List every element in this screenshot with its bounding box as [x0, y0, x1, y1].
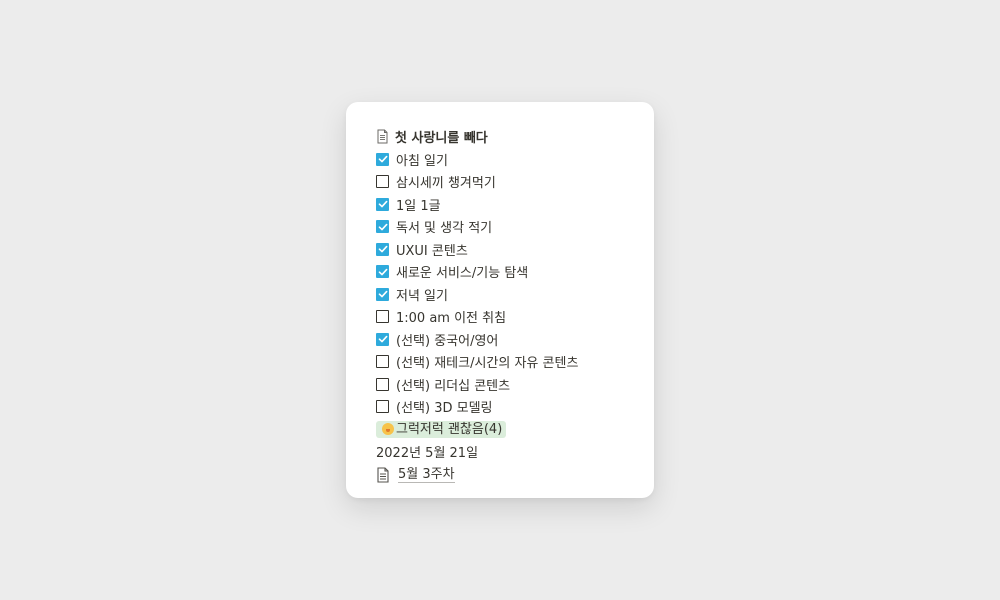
todo-item: (선택) 3D 모델링 — [376, 396, 654, 419]
todo-item: 저녁 일기 — [376, 283, 654, 306]
linked-page-label: 5월 3주차 — [398, 467, 455, 483]
todo-item: UXUI 콘텐츠 — [376, 238, 654, 261]
mood-tag-label: 그럭저럭 괜찮음(4) — [396, 421, 503, 437]
checkbox-unchecked[interactable] — [376, 355, 389, 369]
todo-item: 1일 1글 — [376, 193, 654, 216]
todo-item: (선택) 재테크/시간의 자유 콘텐츠 — [376, 351, 654, 374]
checkmark-icon — [378, 291, 387, 298]
todo-label: 1일 1글 — [396, 198, 441, 214]
todo-item: 삼시세끼 챙겨먹기 — [376, 171, 654, 194]
checkmark-icon — [378, 201, 387, 208]
checkbox-unchecked[interactable] — [376, 310, 389, 324]
date-text: 2022년 5월 21일 — [376, 446, 479, 462]
checkmark-icon — [378, 336, 387, 343]
todo-label: 아침 일기 — [396, 153, 448, 169]
mood-tag[interactable]: 그럭저럭 괜찮음(4) — [376, 420, 507, 438]
checkmark-icon — [378, 223, 387, 231]
page-icon — [376, 129, 389, 144]
todo-label: 삼시세끼 챙겨먹기 — [396, 176, 496, 192]
todo-label: 독서 및 생각 적기 — [396, 221, 493, 237]
todo-item: 새로운 서비스/기능 탐색 — [376, 261, 654, 284]
hushed-face-emoji-icon — [382, 423, 394, 436]
checkbox-unchecked[interactable] — [376, 377, 389, 391]
todo-label: (선택) 재테크/시간의 자유 콘텐츠 — [396, 356, 579, 372]
todo-label: 저녁 일기 — [396, 288, 448, 304]
page-preview-card: 첫 사랑니를 빼다 아침 일기삼시세끼 챙겨먹기 1일 1글독서 및 생각 적기 U… — [346, 102, 654, 498]
checkmark-icon — [378, 246, 387, 253]
page-title-row[interactable]: 첫 사랑니를 빼다 — [376, 125, 654, 147]
checkbox-checked[interactable] — [376, 287, 389, 301]
todo-label: 새로운 서비스/기능 탐색 — [396, 266, 529, 282]
todo-item: 아침 일기 — [376, 148, 654, 171]
checkbox-checked[interactable] — [376, 332, 389, 346]
checkbox-checked[interactable] — [376, 197, 389, 211]
page-title: 첫 사랑니를 빼다 — [395, 130, 488, 146]
todo-list: 아침 일기삼시세끼 챙겨먹기 1일 1글독서 및 생각 적기 UXUI 콘텐츠새로운… — [376, 148, 654, 418]
todo-item: (선택) 리더십 콘텐츠 — [376, 373, 654, 396]
todo-label: 1:00 am 이전 취침 — [396, 311, 507, 327]
todo-label: (선택) 3D 모델링 — [396, 401, 493, 417]
page-icon — [376, 467, 390, 483]
checkbox-checked[interactable] — [376, 265, 389, 279]
checkbox-checked[interactable] — [376, 152, 389, 166]
mood-tag-row: 그럭저럭 괜찮음(4) — [376, 418, 654, 441]
todo-label: UXUI 콘텐츠 — [396, 243, 468, 259]
todo-item: 독서 및 생각 적기 — [376, 216, 654, 239]
linked-page[interactable]: 5월 3주차 — [376, 463, 654, 487]
checkmark-icon — [378, 156, 387, 163]
todo-item: (선택) 중국어/영어 — [376, 328, 654, 351]
checkbox-unchecked[interactable] — [376, 400, 389, 414]
todo-item: 1:00 am 이전 취침 — [376, 306, 654, 329]
checkbox-checked[interactable] — [376, 242, 389, 256]
todo-label: (선택) 리더십 콘텐츠 — [396, 378, 511, 394]
checkbox-checked[interactable] — [376, 220, 389, 234]
todo-label: (선택) 중국어/영어 — [396, 333, 499, 349]
checkmark-icon — [378, 268, 387, 276]
checkbox-unchecked[interactable] — [376, 175, 389, 189]
